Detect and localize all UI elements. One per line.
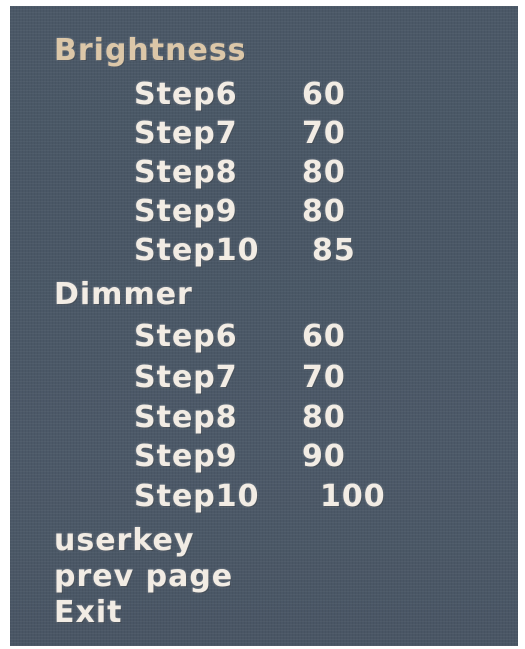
brightness-label: Brightness [54, 33, 247, 68]
dimmer-step10-row[interactable]: Step10 100 [134, 478, 385, 516]
brightness-step8-row[interactable]: Step8 80 [134, 154, 345, 192]
step-label: Step7 [134, 360, 238, 395]
step-label: Step8 [134, 400, 238, 435]
step-value: 80 [302, 194, 346, 229]
step-value: 85 [312, 233, 356, 268]
step-value: 70 [302, 360, 346, 395]
step-label: Step7 [134, 116, 238, 151]
dimmer-step7-row[interactable]: Step7 70 [134, 359, 345, 397]
prev-page-label: prev page [54, 559, 234, 594]
osd-menu: Brightness Step6 60 Step7 70 Step8 80 St… [10, 6, 518, 646]
menu-item-brightness[interactable]: Brightness [54, 32, 247, 70]
dimmer-step6-row[interactable]: Step6 60 [134, 318, 345, 356]
step-label: Step6 [134, 77, 238, 112]
menu-item-exit[interactable]: Exit [54, 594, 122, 632]
osd-screen: Brightness Step6 60 Step7 70 Step8 80 St… [10, 6, 518, 646]
step-value: 90 [302, 439, 346, 474]
userkey-label: userkey [54, 523, 195, 558]
step-label: Step9 [134, 439, 238, 474]
menu-item-prev-page[interactable]: prev page [54, 558, 233, 596]
step-label: Step8 [134, 155, 238, 190]
step-value: 60 [302, 319, 346, 354]
step-value: 100 [320, 479, 386, 514]
step-label: Step10 [134, 233, 260, 268]
menu-item-userkey[interactable]: userkey [54, 522, 194, 560]
brightness-step7-row[interactable]: Step7 70 [134, 115, 345, 153]
step-value: 80 [302, 155, 346, 190]
dimmer-step8-row[interactable]: Step8 80 [134, 399, 345, 437]
step-label: Step6 [134, 319, 238, 354]
brightness-step9-row[interactable]: Step9 80 [134, 193, 345, 231]
step-label: Step9 [134, 194, 238, 229]
exit-label: Exit [54, 595, 123, 630]
brightness-step10-row[interactable]: Step10 85 [134, 232, 355, 270]
step-value: 80 [302, 400, 346, 435]
step-value: 60 [302, 77, 346, 112]
dimmer-label: Dimmer [54, 277, 193, 312]
brightness-step6-row[interactable]: Step6 60 [134, 76, 345, 114]
dimmer-step9-row[interactable]: Step9 90 [134, 438, 345, 476]
menu-item-dimmer[interactable]: Dimmer [54, 276, 193, 314]
step-label: Step10 [134, 479, 260, 514]
step-value: 70 [302, 116, 346, 151]
